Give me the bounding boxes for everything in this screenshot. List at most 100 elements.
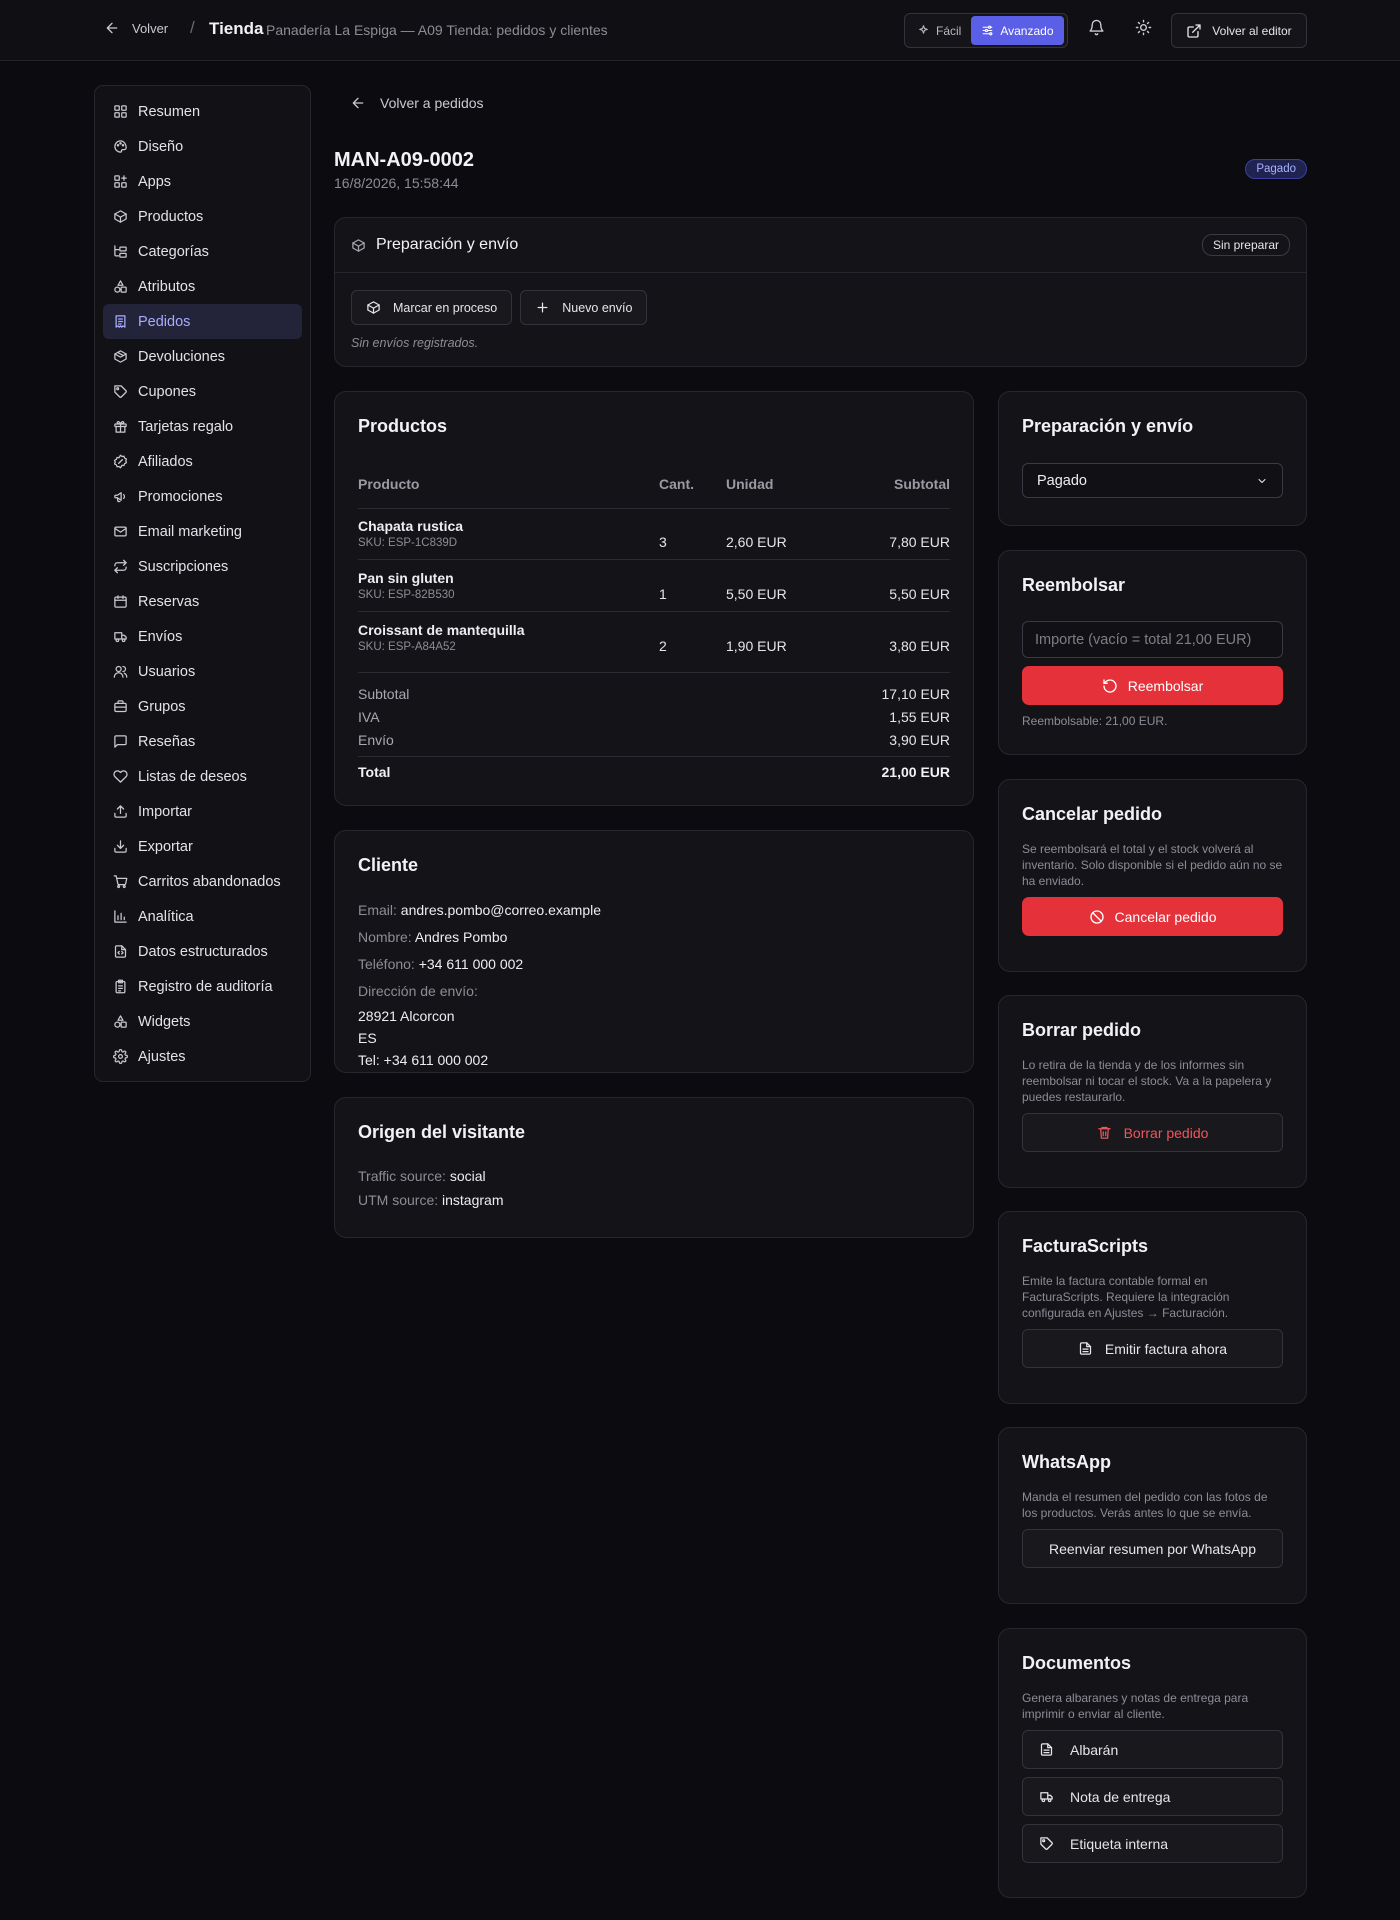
back-to-editor-button[interactable]: Volver al editor [1171,13,1307,48]
origin-details: Traffic source: social UTM source: insta… [358,1164,950,1212]
apps-icon [114,175,127,188]
sidebar-item-envios[interactable]: Envíos [103,619,302,654]
gift-icon [114,421,127,433]
sidebar-item-afiliados[interactable]: Afiliados [103,444,302,479]
chevron-down-icon [1258,478,1266,483]
cancel-order-button[interactable]: Cancelar pedido [1022,897,1283,936]
sidebar-item-usuarios[interactable]: Usuarios [103,654,302,689]
order-status-title: Preparación y envío [1022,416,1194,436]
new-shipment-button[interactable]: Nuevo envío [520,290,648,325]
back-to-orders-link[interactable]: Volver a pedidos [350,95,484,111]
breadcrumb: Panadería La Espiga — A09 Tienda: pedido… [266,22,608,38]
email-label: Email: [358,902,397,918]
product-qty: 1 [659,586,667,602]
sidebar-item-ajustes[interactable]: Ajustes [103,1039,302,1074]
order-status-select[interactable]: Pagado [1022,463,1283,498]
sidebar-item-diseno[interactable]: Diseño [103,129,302,164]
mode-easy-label: Fácil [936,23,962,38]
sidebar-item-widgets[interactable]: Widgets [103,1004,302,1039]
subtotal-label: Subtotal [358,686,410,702]
fulfillment-actions: Marcar en proceso Nuevo envío [351,290,648,325]
shapes-icon [114,1015,127,1028]
shipping-label: Envío [358,732,394,748]
traffic-source-value: social [449,1168,486,1184]
calendar-icon [114,595,127,608]
fulfillment-header: Preparación y envío Sin preparar [335,218,1306,273]
notifications-button[interactable] [1088,19,1105,36]
internal-label-button[interactable]: Etiqueta interna [1022,1824,1283,1863]
sidebar-item-label: Promociones [138,488,223,505]
sidebar-item-carritos-abandonados[interactable]: Carritos abandonados [103,864,302,899]
sidebar-item-datos-estructurados[interactable]: Datos estructurados [103,934,302,969]
invoice-description: Emite la factura contable formal en Fact… [1022,1274,1230,1320]
sidebar-item-label: Productos [138,208,204,225]
sidebar-item-cupones[interactable]: Cupones [103,374,302,409]
sidebar-item-label: Analítica [138,908,194,925]
sidebar-item-label: Diseño [138,138,184,155]
sidebar-item-atributos[interactable]: Atributos [103,269,302,304]
customer-email-row: Email: andres.pombo@correo.example [358,897,950,924]
sidebar-item-devoluciones[interactable]: Devoluciones [103,339,302,374]
sidebar-item-label: Carritos abandonados [138,873,281,890]
sidebar-item-importar[interactable]: Importar [103,794,302,829]
mode-easy-button[interactable]: Fácil [907,16,971,45]
package-return-icon [114,350,127,363]
sidebar-item-registro-de-auditoria[interactable]: Registro de auditoría [103,969,302,1004]
shopping-cart-icon [113,875,128,889]
sidebar-item-promociones[interactable]: Promociones [103,479,302,514]
sidebar-item-tarjetas-regalo[interactable]: Tarjetas regalo [103,409,302,444]
heart-icon [113,770,128,783]
issue-invoice-button[interactable]: Emitir factura ahora [1022,1329,1283,1368]
mode-toggle: Fácil Avanzado [904,13,1068,48]
order-status-selected: Pagado [1037,472,1087,489]
sidebar-item-resenas[interactable]: Reseñas [103,724,302,759]
back-to-editor-label: Volver al editor [1212,23,1292,38]
refund-button-label: Reembolsar [1127,677,1204,694]
refund-amount-input[interactable]: Importe (vacío = total 21,00 EUR) [1022,621,1283,658]
customer-email: andres.pombo@correo.example [400,902,602,918]
product-sku: SKU: ESP-1C839D [358,537,458,549]
delete-order-card: Borrar pedido Lo retira de la tienda y d… [998,995,1307,1188]
invoice-card: FacturaScripts Emite la factura contable… [998,1211,1307,1404]
mode-advanced-button[interactable]: Avanzado [971,16,1064,45]
products-card: Productos Producto Cant. Unidad Subtotal… [334,391,974,806]
mark-in-process-button[interactable]: Marcar en proceso [351,290,513,325]
sidebar-item-analitica[interactable]: Analítica [103,899,302,934]
address-line: Tel: +34 611 000 002 [358,1052,489,1068]
delivery-note-button[interactable]: Albarán [1022,1730,1283,1769]
truck-icon [1040,1792,1053,1803]
sidebar-item-apps[interactable]: Apps [103,164,302,199]
delete-order-button[interactable]: Borrar pedido [1022,1113,1283,1152]
receipt-icon [115,315,126,328]
sidebar-item-label: Apps [138,173,172,190]
sidebar-item-label: Registro de auditoría [138,978,273,995]
sidebar-item-email-marketing[interactable]: Email marketing [103,514,302,549]
refund-button[interactable]: Reembolsar [1022,666,1283,705]
truck-icon [114,632,127,643]
sidebar-item-resumen[interactable]: Resumen [103,94,302,129]
products-title: Productos [358,416,448,436]
package-icon [367,301,380,314]
sidebar-item-reservas[interactable]: Reservas [103,584,302,619]
col-subtotal-header: Subtotal [894,476,950,492]
delete-order-description: Lo retira de la tienda y de los informes… [1022,1058,1272,1104]
sidebar-item-grupos[interactable]: Grupos [103,689,302,724]
sidebar-item-categorias[interactable]: Categorías [103,234,302,269]
resend-whatsapp-button[interactable]: Reenviar resumen por WhatsApp [1022,1529,1283,1568]
delete-order-label: Borrar pedido [1123,1124,1209,1141]
utm-source-row: UTM source: instagram [358,1188,950,1212]
theme-toggle-button[interactable] [1135,19,1152,36]
sidebar-item-label: Reservas [138,593,200,610]
sidebar-item-exportar[interactable]: Exportar [103,829,302,864]
sidebar-item-suscripciones[interactable]: Suscripciones [103,549,302,584]
sidebar-item-label: Ajustes [138,1048,186,1065]
sidebar-item-listas-de-deseos[interactable]: Listas de deseos [103,759,302,794]
top-bar: Volver / Tienda Panadería La Espiga — A0… [0,0,1400,61]
back-button[interactable]: Volver [104,20,168,36]
sidebar-item-pedidos[interactable]: Pedidos [103,304,302,339]
sidebar-item-productos[interactable]: Productos [103,199,302,234]
palette-icon [114,140,127,153]
delivery-slip-button[interactable]: Nota de entrega [1022,1777,1283,1816]
col-qty-header: Cant. [659,476,694,492]
col-unit-header: Unidad [726,476,774,492]
